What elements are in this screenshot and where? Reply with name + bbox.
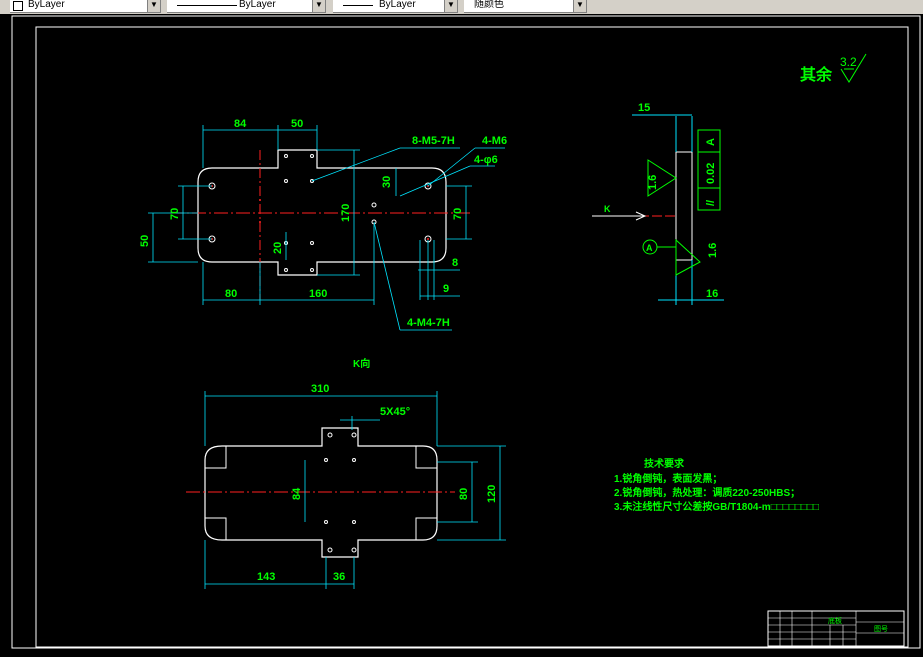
dim-text: 30	[381, 176, 393, 188]
view-arrow-icon	[592, 211, 647, 221]
dim-text: 50	[291, 118, 303, 130]
linetype-dropdown[interactable]: ByLayer ▼	[167, 0, 326, 13]
roughness-value: 3.2	[840, 55, 857, 69]
color-dropdown[interactable]: 随颜色 ▼	[464, 0, 587, 13]
dim-text: 70	[169, 208, 181, 220]
note-text: 4-φ6	[474, 154, 498, 166]
rough-text: 1.6	[707, 243, 719, 258]
hole	[371, 202, 377, 208]
dim-text: 20	[272, 242, 284, 254]
side-view: 15 16 1.6 1.6 A 0.02 // K A	[592, 102, 724, 305]
drawing-svg: 其余 3.2 84 50 70 50 20 170 30 70 80 160 8…	[11, 15, 921, 649]
roughness-label: 其余	[800, 65, 833, 84]
lineweight-value: ByLayer	[379, 0, 416, 10]
chevron-down-icon[interactable]: ▼	[444, 0, 457, 12]
tech-line: 2.锐角倒钝，热处理：调质220-250HBS；	[614, 486, 800, 499]
view-title: K向	[353, 357, 370, 370]
color-value: 随颜色	[474, 0, 504, 10]
title-name: 底板	[828, 616, 842, 625]
chevron-down-icon[interactable]: ▼	[147, 0, 160, 12]
lineweight-preview	[343, 5, 373, 6]
hole	[310, 241, 314, 245]
dim-text: 70	[452, 208, 464, 220]
dim-text: 5X45°	[380, 406, 410, 418]
note-text: 4-M6	[482, 135, 507, 147]
linetype-preview	[177, 5, 237, 6]
hole	[310, 268, 314, 272]
dim-text: 8	[452, 257, 458, 269]
title-block: 底板 图号	[767, 610, 905, 647]
dim-text: 160	[309, 288, 327, 300]
hole	[284, 268, 288, 272]
dim-text: 16	[706, 288, 718, 300]
lineweight-dropdown[interactable]: ByLayer ▼	[333, 0, 458, 13]
dim-text: 80	[225, 288, 237, 300]
linetype-value: ByLayer	[239, 0, 276, 10]
hole	[284, 154, 288, 158]
dim-text: 15	[638, 102, 650, 114]
tech-requirements: 技术要求 1.锐角倒钝，表面发黑； 2.锐角倒钝，热处理：调质220-250HB…	[614, 457, 819, 513]
color-swatch-icon	[13, 1, 23, 11]
dim-text: 310	[311, 383, 329, 395]
dim-text: 84	[234, 118, 247, 130]
tol-text: //	[705, 200, 717, 206]
top-view: 84 50 70 50 20 170 30 70 80 160 8 9 8-M5…	[139, 118, 507, 331]
sheet-border	[11, 15, 921, 649]
frame-border	[35, 26, 909, 648]
datum-letter: A	[646, 243, 653, 253]
chevron-down-icon[interactable]: ▼	[312, 0, 325, 12]
dim-text: 170	[340, 204, 352, 222]
view-mark: K	[604, 204, 611, 214]
roughness-symbol-icon	[675, 238, 701, 276]
dim-text: 120	[486, 485, 498, 503]
tech-line: 1.锐角倒钝，表面发黑；	[614, 472, 722, 485]
note-text: 8-M5-7H	[412, 135, 455, 147]
properties-toolbar: ByLayer ▼ ByLayer ▼ ByLayer ▼ 随颜色 ▼	[0, 0, 923, 14]
dim-text: 50	[139, 235, 151, 247]
note-text: 4-M4-7H	[407, 317, 450, 329]
bottom-view: K向 310 5X45° 84 80 120 143 36	[186, 357, 506, 589]
tech-line: 3.未注线性尺寸公差按GB/T1804-m□□□□□□□□	[614, 500, 819, 513]
title-code: 图号	[874, 625, 888, 633]
hole	[310, 154, 314, 158]
tech-title: 技术要求	[644, 457, 685, 470]
tol-text: 0.02	[705, 163, 717, 184]
layer-dropdown[interactable]: ByLayer ▼	[10, 0, 161, 13]
rough-text: 1.6	[647, 175, 659, 190]
dim-text: 80	[458, 488, 470, 500]
drawing-canvas[interactable]: 其余 3.2 84 50 70 50 20 170 30 70 80 160 8…	[0, 14, 923, 652]
dim-text: 143	[257, 571, 275, 583]
dim-text: 9	[443, 283, 449, 295]
layer-value: ByLayer	[28, 0, 65, 10]
hole	[284, 179, 288, 183]
side-body	[675, 151, 693, 261]
chevron-down-icon[interactable]: ▼	[573, 0, 586, 12]
tol-text: A	[705, 138, 717, 146]
dim-text: 36	[333, 571, 345, 583]
dim-text: 84	[291, 487, 303, 500]
